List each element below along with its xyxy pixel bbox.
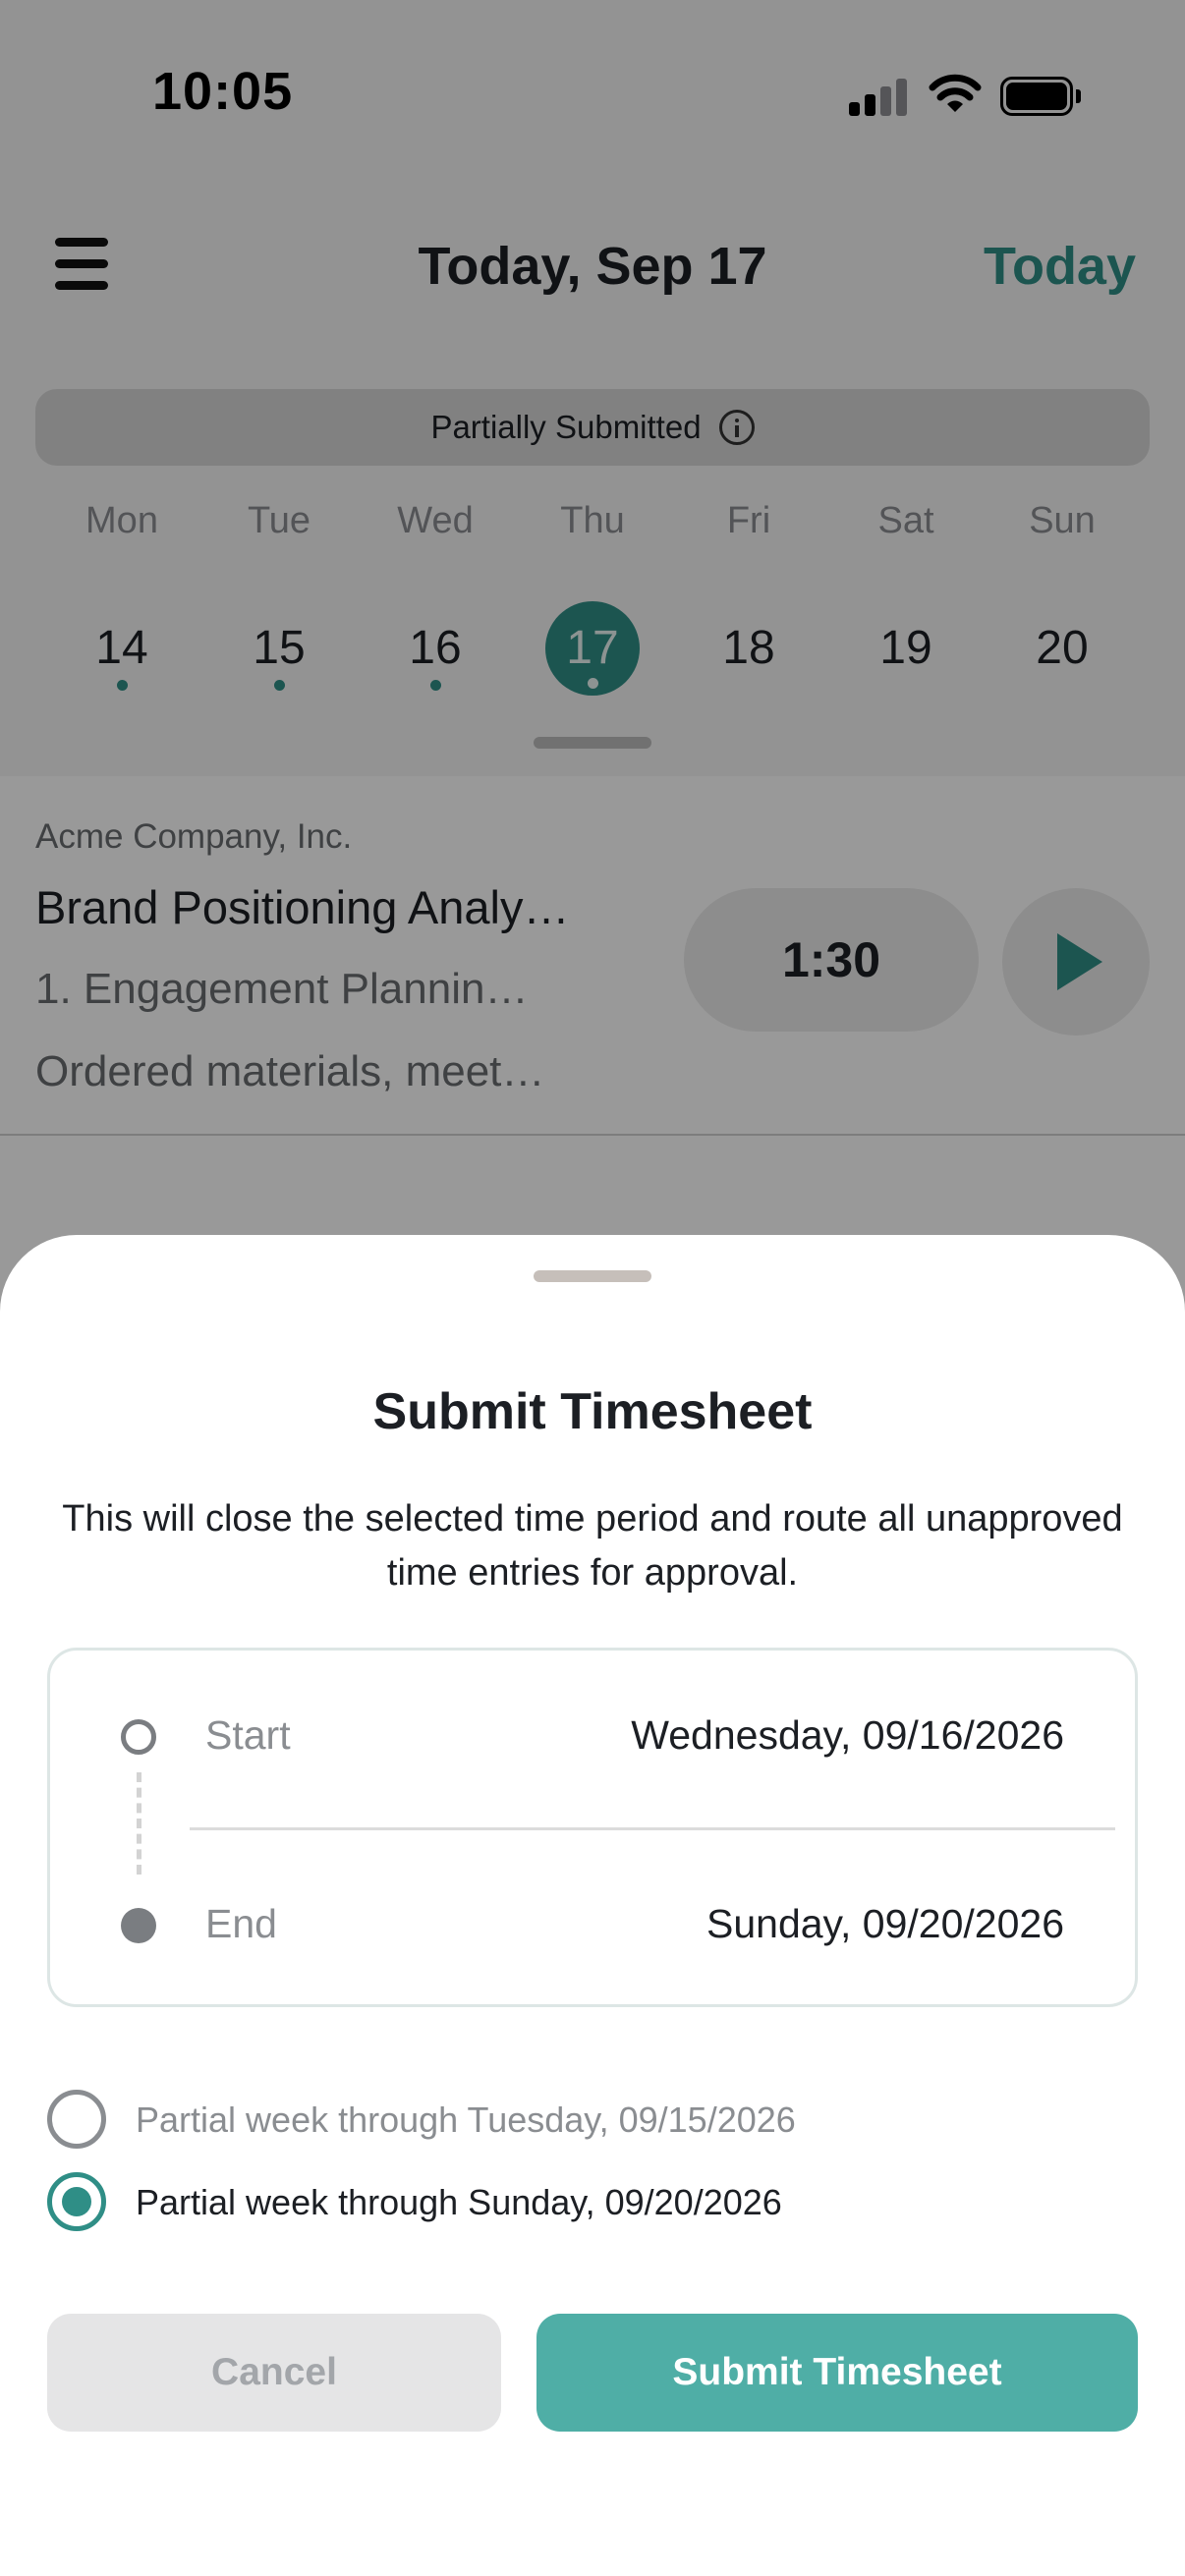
period-option-label: Partial week through Sunday, 09/20/2026	[136, 2182, 782, 2222]
sheet-title: Submit Timesheet	[372, 1383, 813, 1440]
period-option-label: Partial week through Tuesday, 09/15/2026	[136, 2100, 796, 2140]
cancel-button[interactable]: Cancel	[47, 2314, 501, 2432]
radio-checked[interactable]	[47, 2172, 106, 2231]
start-label: Start	[205, 1712, 291, 1758]
period-option-tuesday[interactable]: Partial week through Tuesday, 09/15/2026	[47, 2088, 1138, 2151]
date-range-card: Start Wednesday, 09/16/2026 End Sunday, …	[47, 1648, 1138, 2007]
submit-timesheet-button[interactable]: Submit Timesheet	[536, 2314, 1138, 2432]
start-date-value: Wednesday, 09/16/2026	[631, 1712, 1064, 1758]
submit-timesheet-sheet: Submit Timesheet This will close the sel…	[0, 1235, 1185, 2576]
end-date-value: Sunday, 09/20/2026	[706, 1901, 1064, 1946]
range-connector	[137, 1772, 141, 1875]
sheet-description: This will close the selected time period…	[62, 1498, 1123, 1594]
radio-unchecked[interactable]	[47, 2090, 106, 2149]
range-divider	[190, 1827, 1115, 1830]
period-option-sunday[interactable]: Partial week through Sunday, 09/20/2026	[47, 2170, 1138, 2233]
start-marker-icon	[121, 1719, 156, 1755]
end-label: End	[205, 1901, 277, 1946]
sheet-drag-handle[interactable]	[534, 1270, 651, 1282]
end-marker-icon	[121, 1908, 156, 1943]
